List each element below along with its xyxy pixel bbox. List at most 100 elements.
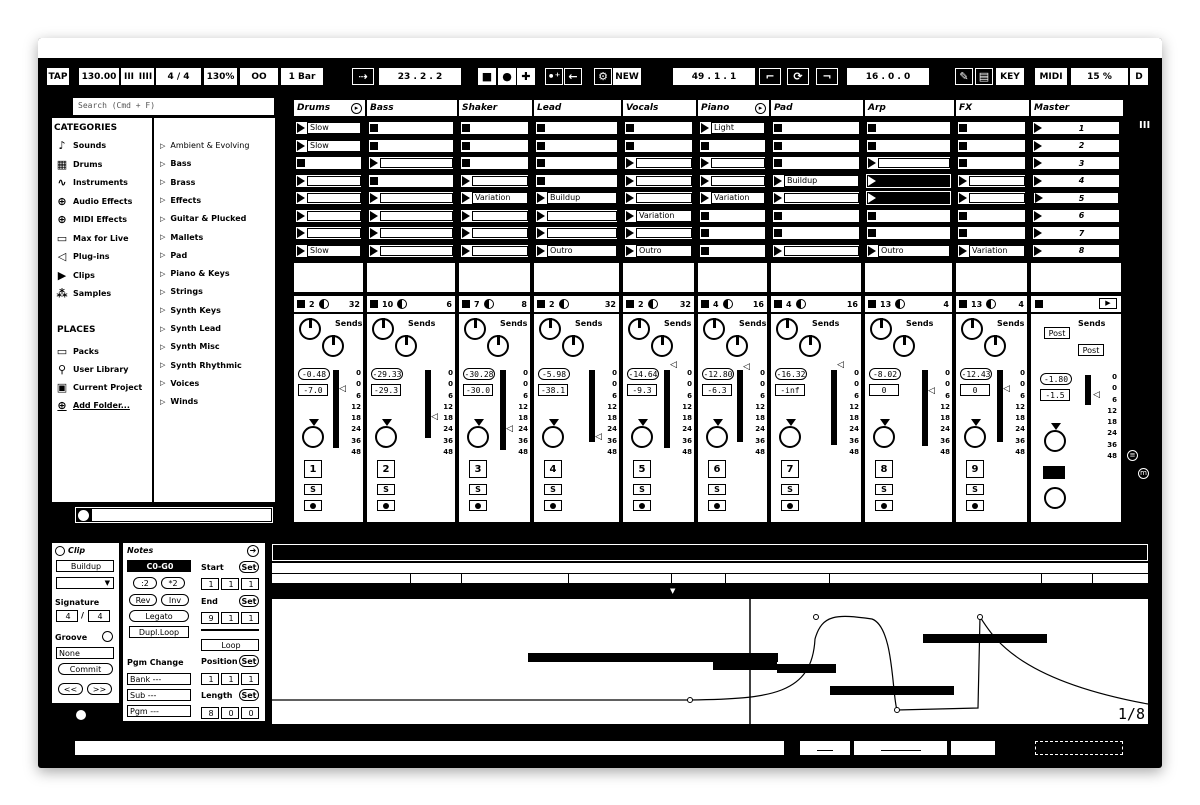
clip-slot[interactable]: Outro <box>866 243 951 258</box>
browser-item[interactable]: ▷ Brass <box>160 178 195 187</box>
clip-stop-icon[interactable] <box>701 246 709 255</box>
scene-play-icon[interactable] <box>1035 193 1043 203</box>
clip-play-icon[interactable] <box>537 228 545 238</box>
clip-slot[interactable] <box>772 226 860 240</box>
clip-stop-icon[interactable] <box>868 124 876 132</box>
volume-field[interactable]: -16.32 <box>775 368 807 380</box>
volume-field[interactable]: -30.28 <box>463 368 495 380</box>
pan-field[interactable]: -6.3 <box>702 384 732 396</box>
clip-slot[interactable] <box>699 173 766 188</box>
clip-stop-icon[interactable] <box>774 229 782 237</box>
clip-slot[interactable] <box>368 226 454 240</box>
arm-button[interactable] <box>544 500 562 511</box>
clip-play-icon[interactable] <box>537 245 545 256</box>
clip-slot[interactable] <box>957 138 1026 153</box>
track-activator-icon[interactable] <box>774 300 782 308</box>
solo-button[interactable]: S <box>304 484 322 495</box>
record-button[interactable]: ✚ <box>517 68 535 85</box>
scene-launch[interactable]: 6 <box>1032 208 1120 223</box>
fold-arrow-icon[interactable]: ▼ <box>670 587 675 595</box>
scene-play-icon[interactable] <box>1034 140 1042 151</box>
solo-button[interactable]: S <box>708 484 726 495</box>
category-item[interactable]: ▶ Clips <box>56 269 95 282</box>
pan-knob[interactable] <box>964 419 986 448</box>
track-number-button[interactable]: 5 <box>633 460 651 478</box>
clip-play-icon[interactable] <box>774 175 782 186</box>
tempo-field[interactable]: 130.00 <box>79 68 119 85</box>
clip-play-icon[interactable] <box>868 175 876 186</box>
loop-length-field[interactable]: 16 . 0 . 0 <box>847 68 929 85</box>
clip-slot[interactable] <box>368 243 454 258</box>
clip-slot[interactable] <box>957 208 1026 223</box>
browser-item[interactable]: ▷ Winds <box>160 397 198 406</box>
clip-slot[interactable] <box>535 173 618 188</box>
clip-slot[interactable] <box>535 226 618 240</box>
note-editor[interactable]: ▼ 1/8 <box>272 544 1149 724</box>
track-activator-icon[interactable] <box>626 300 634 308</box>
clip-stop-icon[interactable] <box>959 159 967 167</box>
track-activator-icon[interactable] <box>959 300 967 308</box>
send-a-knob[interactable] <box>464 318 486 340</box>
empty-slot[interactable] <box>294 263 363 292</box>
browser-item[interactable]: ▷ Mallets <box>160 233 203 242</box>
send-a-knob[interactable] <box>628 318 650 340</box>
pan-field[interactable]: 0 <box>869 384 899 396</box>
browser-item[interactable]: ▷ Synth Lead <box>160 324 221 333</box>
punch-in-button[interactable]: ⌐ <box>759 68 781 85</box>
pan-knob[interactable] <box>467 419 489 448</box>
zoom-field[interactable]: 130% <box>204 68 237 85</box>
clip-name-field[interactable]: Buildup <box>56 560 114 572</box>
clip-stop-icon[interactable] <box>626 141 634 150</box>
track-header[interactable]: Bass <box>367 100 457 116</box>
commit-button[interactable]: Commit <box>58 663 113 675</box>
fader-arrow-icon[interactable]: ◁ <box>431 412 438 422</box>
clip-play-icon[interactable] <box>868 158 876 168</box>
nudge-down-button[interactable]: III <box>121 68 137 85</box>
clip-slot[interactable] <box>368 121 454 135</box>
clip-play-icon[interactable] <box>297 193 305 203</box>
track-activator-icon[interactable] <box>701 300 709 308</box>
clip-play-icon[interactable] <box>959 193 967 203</box>
post-button-1[interactable]: Post <box>1044 327 1070 339</box>
clip-slot[interactable] <box>957 191 1026 205</box>
volume-field[interactable]: -8.02 <box>869 368 901 380</box>
track-header[interactable]: Piano ▸ <box>698 100 769 116</box>
empty-slot[interactable] <box>459 263 530 292</box>
clip-play-icon[interactable] <box>462 175 470 186</box>
browser-item[interactable]: ▷ Synth Keys <box>160 306 221 315</box>
category-item[interactable]: ♪ Sounds <box>56 139 106 152</box>
scene-play-icon[interactable] <box>1034 175 1042 186</box>
key-map-small-button[interactable]: ▤ <box>975 68 993 85</box>
loop-button[interactable]: ⟳ <box>787 68 809 85</box>
clip-play-icon[interactable] <box>537 210 545 221</box>
clip-slot[interactable] <box>957 121 1026 135</box>
inv-button[interactable]: Inv <box>161 594 189 606</box>
place-item[interactable]: ⊕ Add Folder... <box>56 399 130 412</box>
clip-stop-icon[interactable] <box>701 141 709 150</box>
fader-arrow-icon[interactable]: ◁ <box>595 432 602 442</box>
track-header[interactable]: Shaker <box>459 100 532 116</box>
pan-field[interactable]: -38.1 <box>538 384 568 396</box>
clip-slot[interactable] <box>772 191 860 205</box>
clip-stop-icon[interactable] <box>297 159 305 167</box>
category-item[interactable]: ⊕ Audio Effects <box>56 195 132 208</box>
clip-play-icon[interactable] <box>297 140 305 151</box>
clip-stop-icon[interactable] <box>774 159 782 167</box>
pan-field[interactable]: -30.0 <box>463 384 493 396</box>
send-b-knob[interactable] <box>726 335 748 357</box>
category-item[interactable]: ▭ Max for Live <box>56 232 129 245</box>
clip-slot[interactable] <box>866 226 951 240</box>
nudge-up-button[interactable]: IIII <box>137 68 154 85</box>
clip-stop-icon[interactable] <box>868 229 876 237</box>
pan-field[interactable]: -inf <box>775 384 805 396</box>
solo-button[interactable]: S <box>633 484 651 495</box>
volume-field[interactable]: -5.98 <box>538 368 570 380</box>
clip-play-icon[interactable] <box>774 245 782 256</box>
nudge-forward-button[interactable]: >> <box>87 683 112 695</box>
clip-slot[interactable] <box>368 156 454 170</box>
arm-button[interactable] <box>304 500 322 511</box>
track-number-button[interactable]: 9 <box>966 460 984 478</box>
groove-icon[interactable] <box>102 631 113 642</box>
clip-slot[interactable] <box>866 208 951 223</box>
volume-field[interactable]: -12.80 <box>702 368 734 380</box>
